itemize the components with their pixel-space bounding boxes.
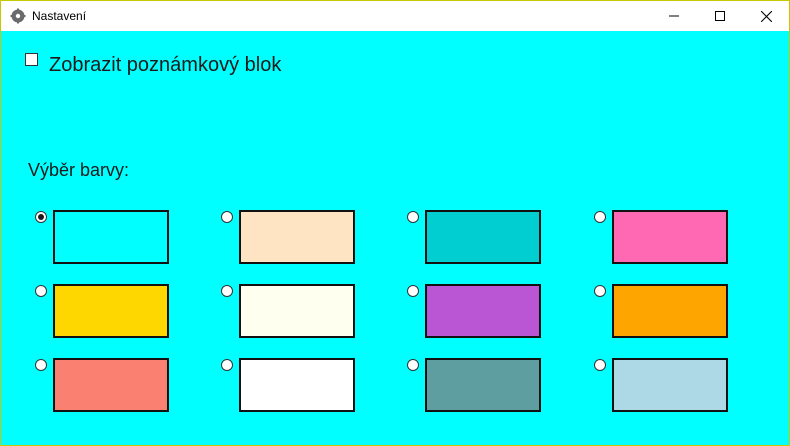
color-radio[interactable] [35,359,47,371]
color-swatch[interactable] [53,284,169,338]
settings-window: Nastavení Zobrazit poznámkový blok Výběr… [0,0,790,446]
color-radio[interactable] [407,211,419,223]
close-button[interactable] [743,1,789,31]
color-radio[interactable] [407,285,419,297]
minimize-icon [669,11,679,21]
color-swatch[interactable] [53,358,169,412]
window-title: Nastavení [32,9,87,23]
color-swatch[interactable] [239,284,355,338]
maximize-button[interactable] [697,1,743,31]
close-icon [760,10,772,22]
title-bar[interactable]: Nastavení [1,1,789,31]
show-notepad-checkbox[interactable] [25,53,38,66]
color-radio[interactable] [594,359,606,371]
color-radio[interactable] [221,211,233,223]
color-swatch[interactable] [425,284,541,338]
color-swatch[interactable] [53,210,169,264]
show-notepad-label[interactable]: Zobrazit poznámkový blok [49,52,281,78]
settings-content: Zobrazit poznámkový blok Výběr barvy: [1,31,789,445]
color-radio[interactable] [221,359,233,371]
color-swatch[interactable] [612,284,728,338]
color-swatch[interactable] [239,358,355,412]
color-radio[interactable] [407,359,419,371]
color-selection-heading: Výběr barvy: [28,160,130,180]
color-radio[interactable] [35,211,47,223]
color-swatch[interactable] [425,358,541,412]
maximize-icon [715,11,725,21]
color-swatch[interactable] [425,210,541,264]
gear-icon [10,8,26,24]
color-swatch[interactable] [612,210,728,264]
color-radio[interactable] [594,211,606,223]
color-radio[interactable] [221,285,233,297]
color-radio[interactable] [35,285,47,297]
color-swatch[interactable] [239,210,355,264]
color-radio[interactable] [594,285,606,297]
color-swatch[interactable] [612,358,728,412]
minimize-button[interactable] [651,1,697,31]
